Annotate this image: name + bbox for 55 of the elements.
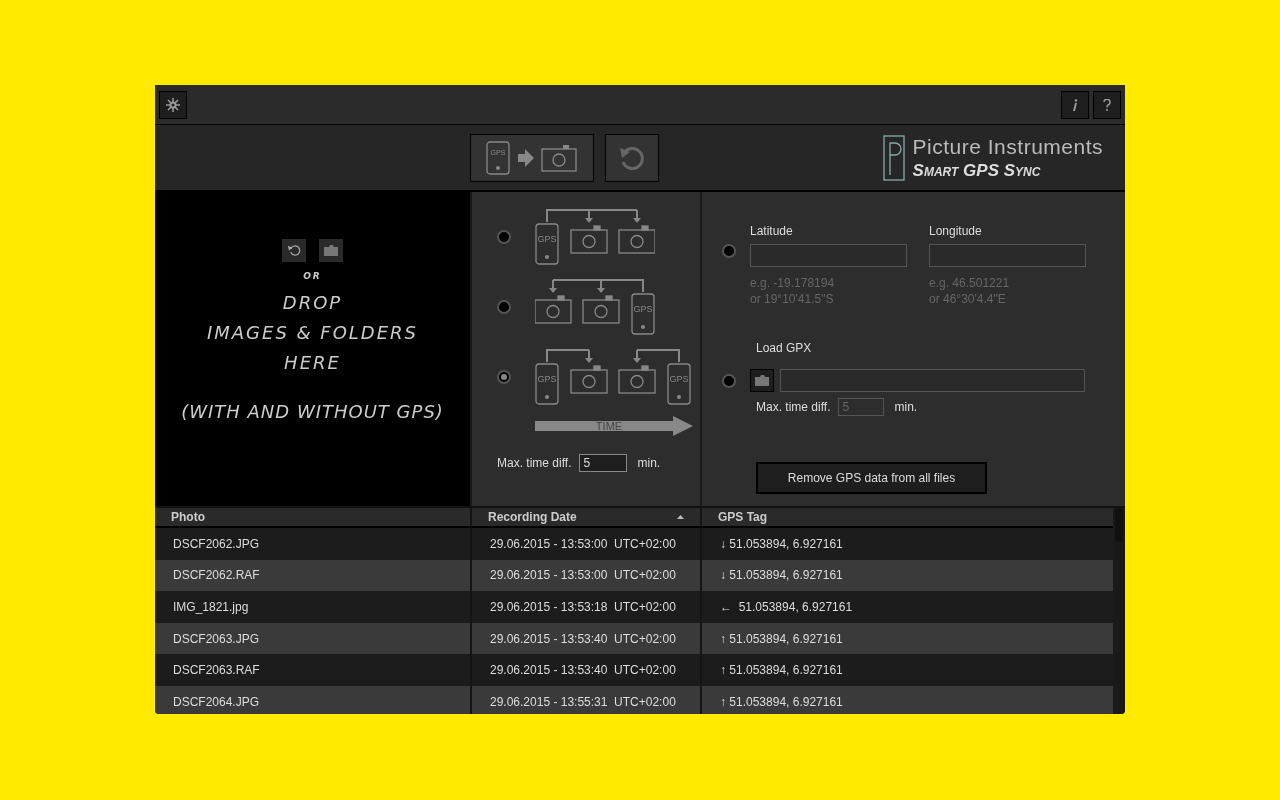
table-cell-text: DSCF2064.JPG <box>172 693 261 711</box>
info-icon <box>1072 98 1078 111</box>
table-cell-text: DSCF2062.RAF <box>172 567 261 585</box>
unit-label: min. <box>637 455 661 472</box>
column-header[interactable]: Recording Date <box>470 508 700 526</box>
folder-icon <box>755 375 769 386</box>
coordinate-hint: e.g. 46.501221 <box>929 275 1011 291</box>
table-cell-text: DSCF2063.RAF <box>172 662 261 680</box>
table-cell-text: IMG_1821.jpg <box>172 599 250 616</box>
coordinate-label: Longitude <box>929 223 983 240</box>
or-label: OR <box>303 270 322 283</box>
reload-icon <box>287 244 301 257</box>
table-cell-text: DSCF2062.JPG <box>172 535 261 553</box>
time-label: TIME <box>594 418 624 434</box>
reset-button[interactable] <box>605 133 659 182</box>
load-gpx-label: Load GPX <box>756 340 813 357</box>
logo-subtitle: Smart GPS Sync <box>912 160 1042 182</box>
drop-instruction: IMAGES & FOLDERS <box>206 321 419 344</box>
open-folder-button[interactable] <box>319 239 343 262</box>
coordinate-hint: or 19°10'41.5"S <box>750 291 835 307</box>
help-button[interactable] <box>1093 90 1121 119</box>
reload-button[interactable] <box>282 239 306 262</box>
open-gpx-button[interactable] <box>750 369 774 392</box>
settings-button[interactable] <box>159 90 187 119</box>
radio-button[interactable] <box>497 230 511 244</box>
sync-diagram-drawing: GPS GPS <box>535 346 691 408</box>
coordinate-field[interactable] <box>929 244 1086 267</box>
coordinate-hint: or 46°30'4.4"E <box>929 291 1007 307</box>
radio-button[interactable] <box>722 373 736 388</box>
column-header[interactable]: Photo <box>155 508 470 526</box>
gpx-max-time-label: Max. time diff. <box>756 399 831 416</box>
sync-diagram-drawing: GPS <box>535 206 655 268</box>
drop-instruction: DROP <box>282 291 343 314</box>
sync-diagram-drawing: GPS <box>535 276 655 338</box>
radio-button[interactable] <box>497 300 511 314</box>
help-icon <box>1103 98 1111 111</box>
max-time-field[interactable]: 5 <box>579 454 628 472</box>
settings-icon <box>166 97 180 112</box>
gpx-file-field[interactable] <box>780 369 1085 392</box>
info-button[interactable] <box>1061 90 1089 119</box>
drop-instruction: HERE <box>284 351 341 374</box>
folder-icon <box>324 245 338 256</box>
radio-button[interactable] <box>497 370 511 384</box>
gpx-unit-label: min. <box>894 399 918 416</box>
coordinate-label: Latitude <box>750 223 794 240</box>
drop-note: (WITH AND WITHOUT GPS) <box>181 399 444 424</box>
max-time-label: Max. time diff. <box>497 455 572 472</box>
remove-gps-button[interactable]: Remove GPS data from all files <box>756 462 987 494</box>
table-cell-text: DSCF2063.JPG <box>172 630 261 648</box>
coordinate-field[interactable] <box>750 244 907 267</box>
radio-button[interactable] <box>722 244 736 258</box>
table-cell: 29.06.2015 - 13:55:31 UTC+02:00 <box>470 685 700 714</box>
logo-icon <box>882 134 905 181</box>
coordinate-hint: e.g. -19.178194 <box>750 275 836 291</box>
logo-title: Picture Instruments <box>912 133 1103 160</box>
